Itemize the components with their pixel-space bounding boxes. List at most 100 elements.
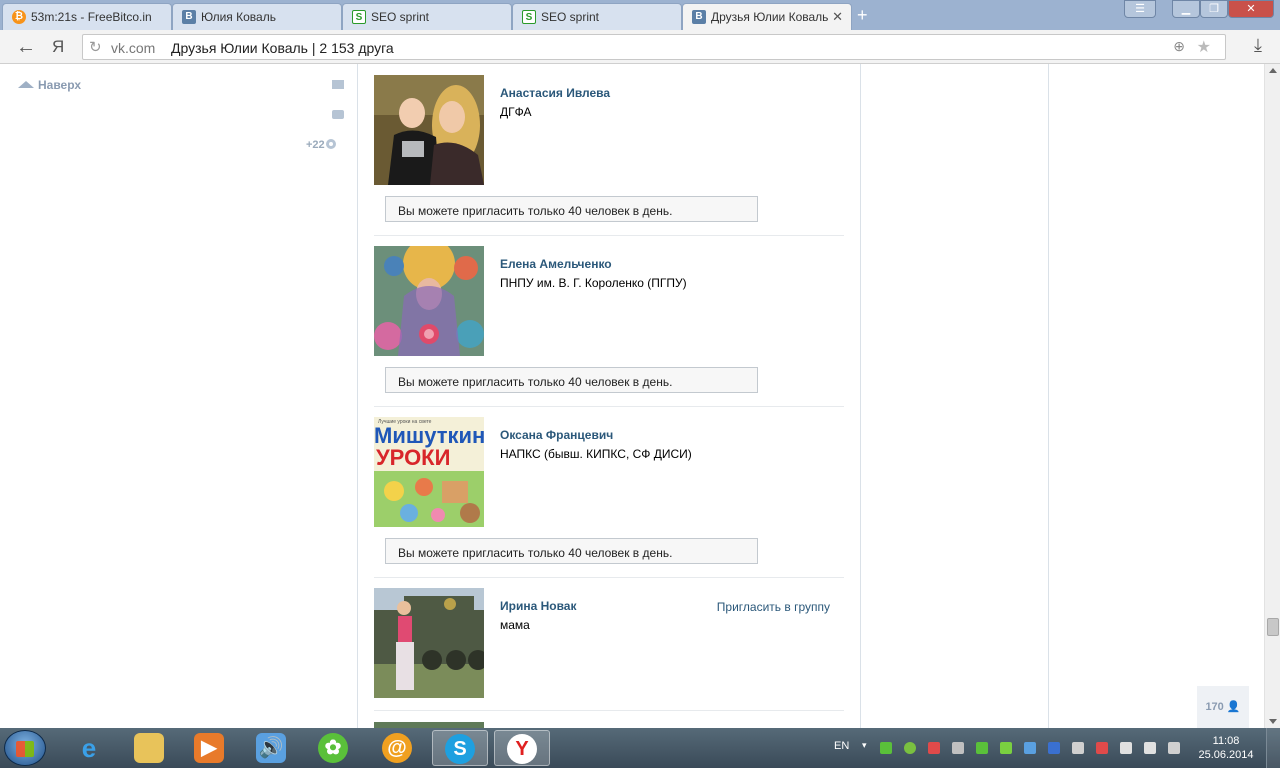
tray-app-icon[interactable]	[1000, 742, 1012, 754]
back-to-top-link[interactable]: Наверх	[18, 78, 81, 92]
bitcoin-icon: ₿	[12, 10, 26, 24]
zoom-icon[interactable]: ⊕	[1173, 38, 1185, 55]
power-icon[interactable]	[1168, 742, 1180, 754]
friend-photo[interactable]	[374, 588, 484, 698]
tab-label: Друзья Юлии Коваль	[711, 10, 829, 24]
new-tab-button[interactable]: +	[857, 6, 868, 24]
tray-expand-icon[interactable]: ▾	[862, 740, 867, 751]
tab-yulia-koval[interactable]: В Юлия Коваль	[172, 3, 342, 30]
browser-menu-button[interactable]: ☰	[1124, 0, 1156, 18]
friend-info: ПНПУ им. В. Г. Короленко (ПГПУ)	[500, 276, 687, 290]
friend-row: Анастасия Ивлева ДГФА Вы можете пригласи…	[374, 75, 844, 236]
left-sidebar: Наверх +22	[0, 64, 358, 728]
tray-app-icon[interactable]	[976, 742, 988, 754]
friend-name-link[interactable]: Анастасия Ивлева	[500, 86, 610, 100]
tab-label: SEO sprint	[541, 10, 600, 24]
address-domain: vk.com	[111, 40, 156, 56]
tab-label: 53m:21s - FreeBitco.in	[31, 10, 152, 24]
show-desktop-button[interactable]	[1266, 728, 1280, 768]
close-tab-icon[interactable]: ✕	[832, 9, 843, 25]
friend-row: Лучшие уроки на свете Мишуткин УРОКИ Окс…	[374, 417, 844, 578]
friend-info: мама	[500, 618, 530, 632]
notifications-count: +22	[306, 139, 325, 151]
invite-to-group-link[interactable]: Пригласить в группу	[717, 600, 830, 614]
tray-app-icon[interactable]	[904, 742, 916, 754]
friend-name-link[interactable]: Оксана Францевич	[500, 428, 613, 442]
address-toolbar: ← Я ↻ vk.com Друзья Юлии Коваль | 2 153 …	[0, 30, 1280, 64]
up-arrow-icon	[18, 81, 34, 88]
vk-icon: В	[692, 10, 706, 24]
scroll-up-arrow-icon[interactable]	[1269, 68, 1277, 73]
tab-seo-sprint-2[interactable]: S SEO sprint	[512, 3, 682, 30]
friend-name-link[interactable]: Елена Амельченко	[500, 257, 612, 271]
taskbar-yandex-browser[interactable]: Y	[494, 730, 550, 766]
tray-app-icon[interactable]	[1024, 742, 1036, 754]
taskbar-clock[interactable]: 11:08 25.06.2014	[1196, 734, 1256, 762]
address-page-title: Друзья Юлии Коваль | 2 153 друга	[171, 40, 394, 56]
friend-row: Ирина Новак мама Пригласить в группу	[374, 588, 844, 711]
taskbar-mail-agent[interactable]: @	[370, 730, 426, 766]
chat-icon[interactable]	[332, 110, 344, 119]
volume-icon[interactable]	[1120, 742, 1132, 754]
tab-label: SEO sprint	[371, 10, 430, 24]
back-to-top-label: Наверх	[38, 78, 82, 92]
skype-icon: S	[445, 734, 475, 764]
invite-limit-notice: Вы можете пригласить только 40 человек в…	[385, 367, 758, 393]
tray-app-icon[interactable]	[952, 742, 964, 754]
taskbar-internet-explorer[interactable]: e	[62, 730, 118, 766]
vk-page: Наверх +22 Анастасия Ивлева ДГФА Вы може…	[0, 64, 1264, 728]
gear-icon	[325, 139, 336, 149]
tab-freebitcoin[interactable]: ₿ 53m:21s - FreeBitco.in	[2, 3, 172, 30]
taskbar-file-explorer[interactable]	[122, 730, 178, 766]
taskbar-media-player[interactable]: ▶	[182, 730, 238, 766]
tray-app-icon[interactable]	[928, 742, 940, 754]
tray-app-icon[interactable]	[880, 742, 892, 754]
media-player-icon: ▶	[194, 733, 224, 763]
friend-info: НАПКС (бывш. КИПКС, СФ ДИСИ)	[500, 447, 692, 461]
browser-tab-strip: ₿ 53m:21s - FreeBitco.in В Юлия Коваль S…	[0, 0, 1280, 30]
volume-app-icon: 🔊	[256, 733, 286, 763]
tab-friends-active[interactable]: В Друзья Юлии Коваль ✕	[682, 3, 852, 30]
online-counter[interactable]: 170 👤	[1197, 686, 1249, 728]
file-explorer-icon	[134, 733, 164, 763]
friend-photo[interactable]: Лучшие уроки на свете Мишуткин УРОКИ	[374, 417, 484, 527]
taskbar-icq[interactable]: ✿	[306, 730, 362, 766]
bookmark-star-icon[interactable]: ★	[1197, 37, 1211, 57]
start-button[interactable]	[4, 730, 46, 766]
maximize-button[interactable]: ❐	[1200, 0, 1228, 18]
address-field[interactable]: ↻ vk.com Друзья Юлии Коваль | 2 153 друг…	[82, 34, 1226, 60]
language-indicator[interactable]: EN	[834, 740, 849, 752]
scroll-down-arrow-icon[interactable]	[1269, 719, 1277, 724]
minimize-button[interactable]: ▁	[1172, 0, 1200, 18]
invite-limit-notice: Вы можете пригласить только 40 человек в…	[385, 538, 758, 564]
reload-icon[interactable]: ↻	[89, 38, 102, 56]
friend-photo[interactable]	[374, 75, 484, 185]
action-center-icon[interactable]	[1096, 742, 1108, 754]
tab-seo-sprint-1[interactable]: S SEO sprint	[342, 3, 512, 30]
messages-icon[interactable]	[332, 80, 344, 89]
seo-sprint-icon: S	[522, 10, 536, 24]
vk-icon: В	[182, 10, 196, 24]
seo-sprint-icon: S	[352, 10, 366, 24]
scroll-thumb[interactable]	[1267, 618, 1279, 636]
network-icon[interactable]	[1144, 742, 1156, 754]
close-window-button[interactable]: ✕	[1228, 0, 1274, 18]
internet-explorer-icon: e	[81, 733, 97, 763]
taskbar-volume-app[interactable]: 🔊	[244, 730, 300, 766]
taskbar-skype[interactable]: S	[432, 730, 488, 766]
friend-photo[interactable]	[374, 246, 484, 356]
yandex-logo[interactable]: Я	[52, 37, 64, 57]
bluetooth-icon[interactable]	[1048, 742, 1060, 754]
notifications-counter[interactable]: +22	[306, 139, 336, 151]
friend-info: ДГФА	[500, 105, 532, 119]
back-arrow-icon[interactable]: ←	[16, 36, 36, 59]
yandex-browser-icon: Y	[507, 734, 537, 764]
mail-agent-icon: @	[382, 733, 412, 763]
download-icon[interactable]: ⤓	[1254, 35, 1262, 56]
tray-app-icon[interactable]	[1072, 742, 1084, 754]
friend-name-link[interactable]: Ирина Новак	[500, 599, 576, 613]
online-count: 170	[1205, 701, 1224, 713]
tab-label: Юлия Коваль	[201, 10, 276, 24]
user-icon: 👤	[1226, 701, 1241, 713]
page-scrollbar[interactable]	[1264, 64, 1280, 728]
